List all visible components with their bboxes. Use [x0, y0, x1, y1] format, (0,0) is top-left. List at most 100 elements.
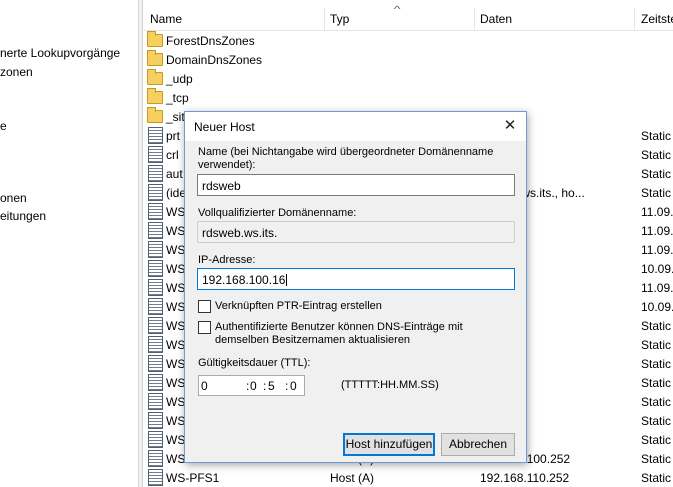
- column-divider[interactable]: [474, 8, 475, 30]
- cell-name: WS-PFS1: [166, 471, 220, 485]
- dns-record-icon: [148, 222, 163, 239]
- folder-icon: [147, 31, 163, 47]
- name-input[interactable]: rdsweb: [197, 174, 515, 196]
- list-header: Name ^ Typ Daten Zeitste: [144, 0, 673, 31]
- ttl-separator: :: [285, 379, 289, 393]
- ip-label: IP-Adresse:: [198, 254, 256, 266]
- dns-record-icon: [148, 336, 163, 353]
- cell-timestamp: Static: [641, 319, 672, 333]
- ptr-checkbox[interactable]: [198, 300, 211, 313]
- cell-name: WS: [166, 300, 186, 314]
- column-divider[interactable]: [634, 8, 635, 30]
- dns-record-icon: [148, 146, 163, 163]
- cell-timestamp: 11.09.2: [641, 205, 673, 219]
- ttl-input[interactable]: 0 : 0 : 5 : 0: [198, 375, 305, 396]
- cell-name: WS: [166, 376, 186, 390]
- dns-record-icon: [148, 469, 163, 486]
- fqdn-field: rdsweb.ws.its.: [197, 221, 515, 243]
- tree-item-onen[interactable]: onen: [0, 191, 27, 205]
- column-header-data[interactable]: Daten: [480, 12, 512, 26]
- cell-type: Host (A): [330, 471, 375, 485]
- cell-name: crl: [166, 148, 179, 162]
- cell-name: WS: [166, 357, 186, 371]
- ttl-separator: :: [246, 379, 250, 393]
- cell-timestamp: Static: [641, 186, 672, 200]
- column-header-type[interactable]: Typ: [330, 12, 349, 26]
- cell-timestamp: 10.09.2: [641, 262, 673, 276]
- ttl-days[interactable]: 0: [201, 379, 208, 393]
- tree-scrollbar[interactable]: [139, 0, 143, 487]
- close-icon[interactable]: ✕: [494, 112, 526, 141]
- column-header-name[interactable]: Name: [150, 12, 182, 26]
- tree-item-e[interactable]: e: [0, 119, 7, 133]
- fqdn-value: rdsweb.ws.its.: [202, 226, 278, 240]
- table-row[interactable]: DomainDnsZones: [144, 50, 673, 69]
- cell-name: WS: [166, 319, 186, 333]
- auth-update-checkbox-label[interactable]: Authentifizierte Benutzer können DNS-Ein…: [215, 321, 515, 347]
- tree-item-eitungen[interactable]: eitungen: [0, 209, 46, 223]
- cell-name: (ide: [166, 186, 187, 200]
- cell-timestamp: Static: [641, 414, 672, 428]
- ttl-label: Gültigkeitsdauer (TTL):: [198, 357, 311, 369]
- cell-name: _sit: [166, 110, 185, 124]
- fqdn-label: Vollqualifizierter Domänenname:: [198, 207, 357, 219]
- ttl-format-hint: (TTTTT:HH.MM.SS): [341, 379, 439, 391]
- cell-name: WS: [166, 395, 186, 409]
- cell-timestamp: Static: [641, 357, 672, 371]
- cell-name: WS: [166, 224, 186, 238]
- tree-item-zones[interactable]: zonen: [0, 65, 33, 79]
- table-row[interactable]: _tcp: [144, 88, 673, 107]
- dns-record-icon: [148, 241, 163, 258]
- folder-icon: [147, 69, 163, 85]
- cell-timestamp: Static: [641, 167, 672, 181]
- ttl-seconds[interactable]: 0: [290, 379, 297, 393]
- name-label: Name (bei Nichtangabe wird übergeordnete…: [198, 146, 494, 171]
- column-divider[interactable]: [324, 8, 325, 30]
- table-row[interactable]: WS-PFS1 Host (A) 192.168.110.252 Static: [144, 468, 673, 487]
- folder-icon: [147, 50, 163, 66]
- cell-name: WS: [166, 414, 186, 428]
- dns-record-icon: [148, 298, 163, 315]
- cell-data: 192.168.110.252: [480, 471, 570, 485]
- dns-record-icon: [148, 317, 163, 334]
- cell-timestamp: Static: [641, 471, 672, 485]
- cell-name: WS: [166, 262, 186, 276]
- column-header-timestamp[interactable]: Zeitste: [641, 12, 673, 26]
- cell-timestamp: Static: [641, 338, 672, 352]
- dns-record-icon: [148, 431, 163, 448]
- ttl-minutes[interactable]: 5: [268, 379, 275, 393]
- cell-name: WS: [166, 338, 186, 352]
- table-row[interactable]: _udp: [144, 69, 673, 88]
- cell-timestamp: 10.09.2: [641, 300, 673, 314]
- cell-timestamp: 11.09.2: [641, 224, 673, 238]
- ip-address-input[interactable]: 192.168.100.16: [197, 268, 515, 290]
- auth-update-checkbox[interactable]: [198, 321, 211, 334]
- cell-timestamp: Static: [641, 433, 672, 447]
- dns-record-icon: [148, 393, 163, 410]
- add-host-button[interactable]: Host hinzufügen: [343, 433, 435, 456]
- dialog-titlebar[interactable]: Neuer Host ✕: [185, 112, 526, 141]
- table-row[interactable]: ForestDnsZones: [144, 31, 673, 50]
- dns-record-icon: [148, 127, 163, 144]
- cell-name: prt: [166, 129, 181, 143]
- cell-timestamp: Static: [641, 452, 672, 466]
- ptr-checkbox-label[interactable]: Verknüpften PTR-Eintrag erstellen: [215, 300, 382, 313]
- cell-timestamp: Static: [641, 376, 672, 390]
- dns-record-icon: [148, 355, 163, 372]
- ip-address-value: 192.168.100.16: [202, 273, 286, 287]
- name-input-value: rdsweb: [202, 179, 241, 193]
- cell-timestamp: 11.09.2: [641, 281, 673, 295]
- dns-record-icon: [148, 165, 163, 182]
- dialog-title: Neuer Host: [194, 120, 255, 134]
- ttl-hours[interactable]: 0: [250, 379, 257, 393]
- tree-item-lookup[interactable]: nerte Lookupvorgänge: [0, 46, 120, 60]
- cell-name: ForestDnsZones: [166, 34, 255, 48]
- ttl-separator: :: [263, 379, 267, 393]
- text-caret: [286, 274, 288, 286]
- cell-timestamp: Static: [641, 148, 672, 162]
- sort-ascending-icon: ^: [393, 4, 401, 14]
- dns-record-icon: [148, 279, 163, 296]
- folder-icon: [147, 107, 163, 123]
- tree-pane: nerte Lookupvorgänge zonen e onen eitung…: [0, 0, 139, 487]
- cancel-button[interactable]: Abbrechen: [441, 433, 515, 456]
